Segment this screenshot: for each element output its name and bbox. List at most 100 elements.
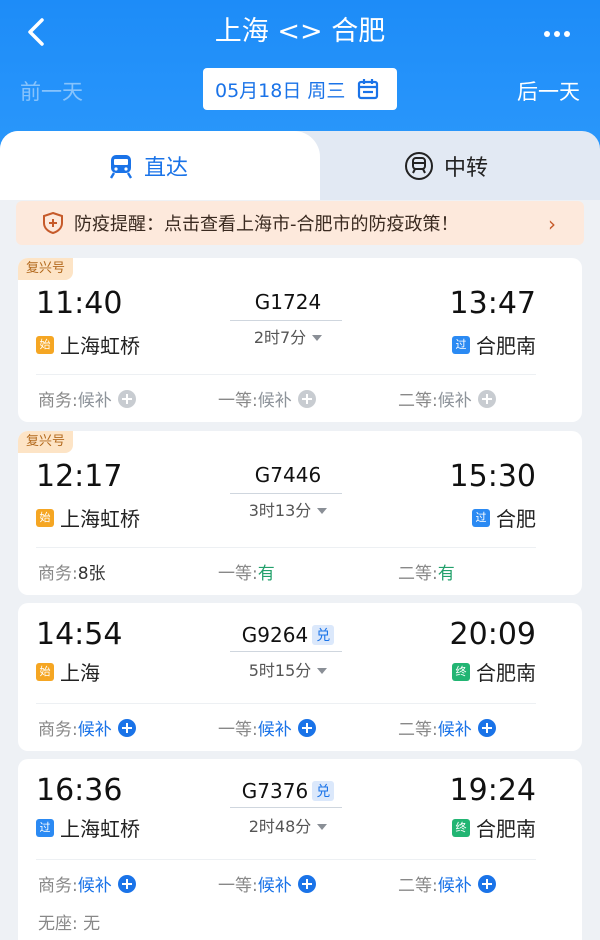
departure-station: 始 上海虹桥: [36, 503, 140, 532]
departure-time: 16:36: [36, 773, 123, 808]
duration-text: 3时13分: [248, 501, 312, 520]
duration-text: 2时7分: [253, 328, 307, 347]
train-number: G7376 兑: [228, 779, 348, 803]
train-number-text: G1724: [254, 290, 322, 314]
station-tag: 终: [452, 818, 470, 837]
plus-icon[interactable]: [297, 874, 316, 893]
seat-business[interactable]: 商务: 候补: [38, 715, 136, 740]
seat-second[interactable]: 二等: 候补: [398, 386, 496, 411]
chevron-down-icon: [317, 508, 328, 514]
date-picker[interactable]: 05月18日 周三: [203, 68, 397, 110]
route-line: [230, 493, 342, 494]
transfer-train-icon: [405, 152, 433, 180]
seat-label: 二等:: [398, 391, 438, 411]
seat-second[interactable]: 二等: 候补: [398, 715, 496, 740]
plus-icon[interactable]: [477, 718, 496, 737]
departure-station: 始 上海虹桥: [36, 330, 140, 359]
seat-value: 候补: [257, 876, 292, 896]
station-tag: 始: [36, 335, 54, 354]
exchange-tag: 兑: [312, 781, 335, 801]
duration[interactable]: 3时13分: [228, 497, 348, 521]
header-bar: 上海 <> 合肥 前一天 05月18日 周三 后一天: [0, 0, 600, 150]
train-number: G1724: [228, 290, 348, 314]
divider: [36, 859, 536, 860]
seat-value: 候补: [77, 720, 112, 740]
station-tag: 终: [452, 662, 470, 681]
chevron-down-icon: [317, 824, 328, 830]
station-name: 上海虹桥: [60, 817, 140, 841]
plus-icon[interactable]: [117, 389, 136, 408]
train-number-text: G7446: [254, 463, 322, 487]
plus-icon[interactable]: [477, 874, 496, 893]
seat-availability: 商务: 8张 一等: 有 二等: 有: [18, 559, 582, 584]
route-line: [230, 651, 342, 652]
seat-label: 二等:: [398, 720, 438, 740]
departure-station: 过 上海虹桥: [36, 813, 140, 842]
station-name: 上海: [60, 661, 100, 685]
seat-value: 候补: [257, 720, 292, 740]
next-day-button[interactable]: 后一天: [517, 76, 580, 106]
train-card[interactable]: 16:36 G7376 兑 2时48分 19:24 过 上海虹桥 终 合肥南 商务…: [18, 759, 582, 940]
chevron-down-icon: [317, 668, 328, 674]
arrival-station: 过 合肥南: [452, 330, 536, 359]
duration[interactable]: 2时7分: [228, 324, 348, 348]
plus-icon[interactable]: [117, 874, 136, 893]
tab-transfer-label: 中转: [444, 156, 489, 181]
plus-icon[interactable]: [297, 389, 316, 408]
departure-time: 11:40: [36, 286, 123, 321]
divider: [36, 703, 536, 704]
seat-first[interactable]: 一等: 候补: [218, 386, 316, 411]
seat-first[interactable]: 一等: 候补: [218, 715, 316, 740]
arrival-time: 19:24: [449, 773, 536, 808]
seat-business[interactable]: 商务: 8张: [38, 559, 106, 584]
epidemic-notice[interactable]: 防疫提醒：点击查看上海市-合肥市的防疫政策！ ›: [16, 201, 584, 245]
divider: [36, 547, 536, 548]
seat-value: 候补: [437, 720, 472, 740]
tab-transfer[interactable]: 中转: [404, 150, 488, 182]
seat-second[interactable]: 二等: 有: [398, 559, 455, 584]
station-tag: 始: [36, 662, 54, 681]
train-card[interactable]: 复兴号 11:40 G1724 2时7分 13:47 始 上海虹桥 过 合肥南 …: [18, 258, 582, 422]
departure-time: 14:54: [36, 617, 123, 652]
calendar-icon: [358, 79, 379, 100]
seat-label: 二等:: [398, 564, 438, 584]
seat-label: 一等:: [218, 391, 258, 411]
seat-availability: 商务: 候补 一等: 候补 二等: 候补: [18, 386, 582, 411]
seat-label: 商务:: [38, 564, 78, 584]
station-name: 合肥南: [476, 334, 536, 358]
train-card[interactable]: 复兴号 12:17 G7446 3时13分 15:30 始 上海虹桥 过 合肥 …: [18, 431, 582, 595]
duration-text: 2时48分: [248, 817, 312, 836]
chevron-right-icon: ›: [548, 212, 556, 236]
train-number-text: G7376: [241, 779, 309, 803]
train-number: G9264 兑: [228, 623, 348, 647]
station-tag: 过: [472, 508, 490, 527]
seat-availability: 商务: 候补 一等: 候补 二等: 候补: [18, 715, 582, 740]
more-icon[interactable]: [544, 22, 578, 42]
tab-direct[interactable]: 直达: [108, 150, 188, 182]
plus-icon[interactable]: [117, 718, 136, 737]
seat-business[interactable]: 商务: 候补: [38, 386, 136, 411]
duration[interactable]: 5时15分: [228, 657, 348, 681]
seat-first[interactable]: 一等: 有: [218, 559, 275, 584]
seat-label: 一等:: [218, 876, 258, 896]
train-card[interactable]: 14:54 G9264 兑 5时15分 20:09 始 上海 终 合肥南 商务: …: [18, 603, 582, 751]
shield-icon: [43, 212, 63, 234]
seat-second[interactable]: 二等: 候补: [398, 871, 496, 896]
prev-day-button[interactable]: 前一天: [20, 76, 83, 106]
station-name: 上海虹桥: [60, 334, 140, 358]
tab-direct-label: 直达: [144, 156, 189, 181]
station-name: 上海虹桥: [60, 507, 140, 531]
date-label: 05月18日 周三: [215, 79, 346, 102]
exchange-tag: 兑: [312, 625, 335, 645]
plus-icon[interactable]: [297, 718, 316, 737]
departure-station: 始 上海: [36, 657, 100, 686]
plus-icon[interactable]: [477, 389, 496, 408]
seat-value: 候补: [77, 876, 112, 896]
arrival-station: 终 合肥南: [452, 813, 536, 842]
station-tag: 始: [36, 508, 54, 527]
train-number-text: G9264: [241, 623, 309, 647]
seat-business[interactable]: 商务: 候补: [38, 871, 136, 896]
chevron-down-icon: [312, 335, 323, 341]
duration[interactable]: 2时48分: [228, 813, 348, 837]
seat-first[interactable]: 一等: 候补: [218, 871, 316, 896]
